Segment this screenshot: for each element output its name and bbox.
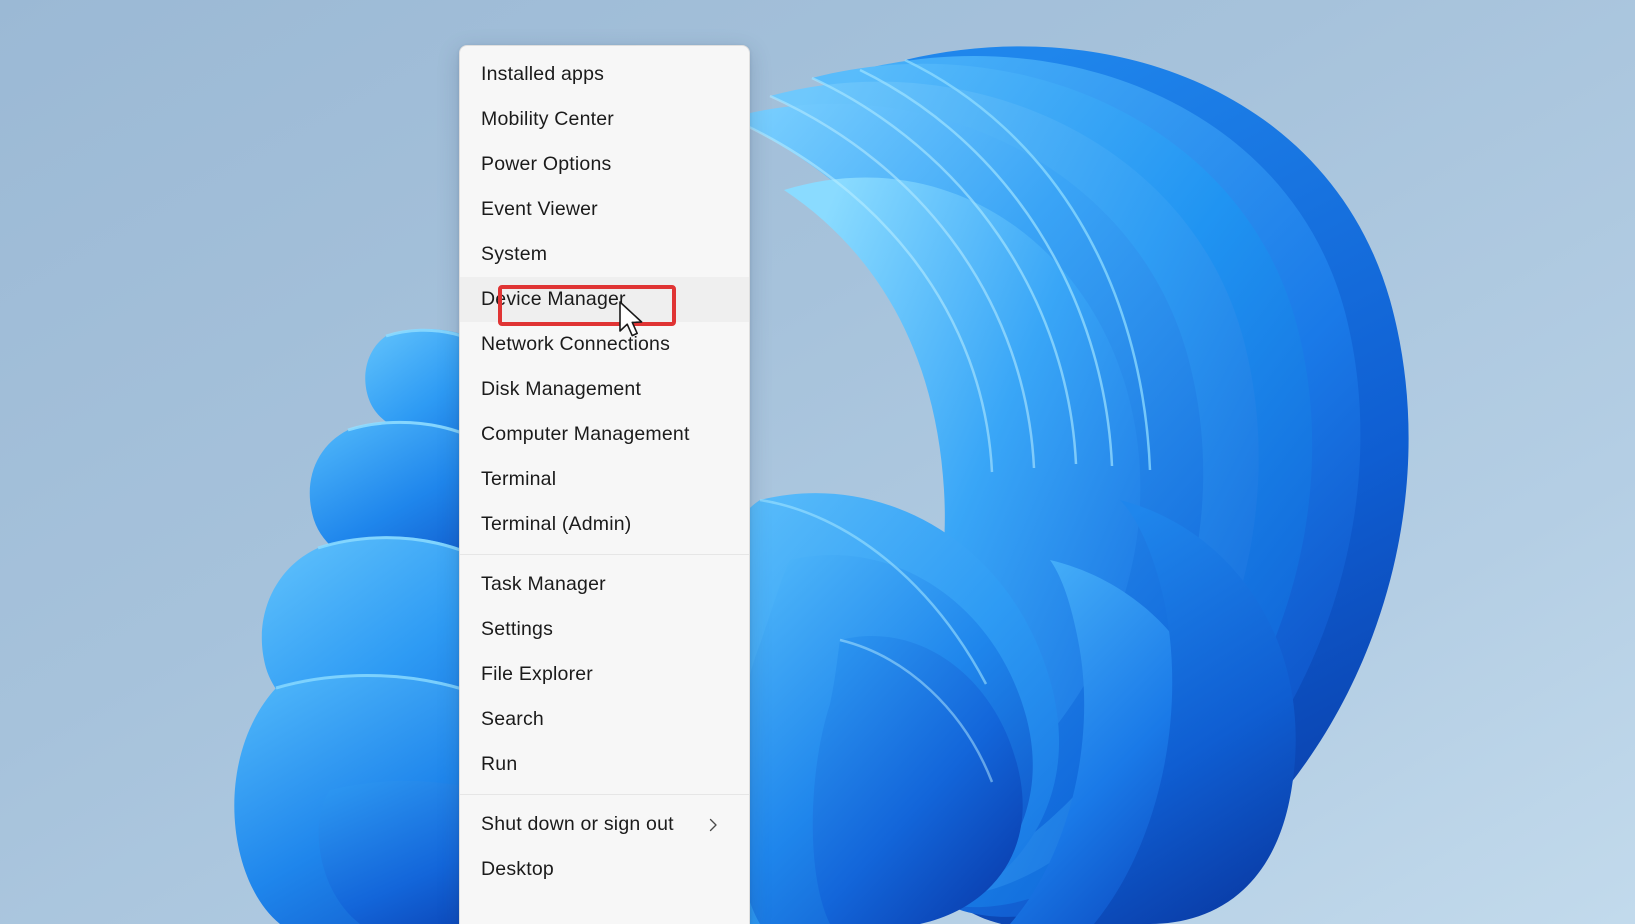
menu-item-computer-management[interactable]: Computer Management [460,412,749,457]
menu-item-label: Run [481,753,735,776]
menu-item-label: Task Manager [481,573,735,596]
menu-group-session: Shut down or sign out Desktop [460,802,749,892]
menu-item-label: Desktop [481,858,735,881]
menu-item-power-options[interactable]: Power Options [460,142,749,187]
menu-item-label: Network Connections [481,333,735,356]
menu-item-label: Settings [481,618,735,641]
menu-item-terminal-admin[interactable]: Terminal (Admin) [460,502,749,547]
menu-item-search[interactable]: Search [460,697,749,742]
menu-item-label: Shut down or sign out [481,813,705,836]
menu-item-label: Terminal (Admin) [481,513,735,536]
menu-item-run[interactable]: Run [460,742,749,787]
menu-item-device-manager[interactable]: Device Manager [460,277,749,322]
menu-item-network-connections[interactable]: Network Connections [460,322,749,367]
menu-item-installed-apps[interactable]: Installed apps [460,52,749,97]
desktop: Installed apps Mobility Center Power Opt… [0,0,1635,924]
menu-group-system: Installed apps Mobility Center Power Opt… [460,52,749,547]
menu-item-label: Device Manager [481,288,735,311]
menu-item-label: Installed apps [481,63,735,86]
menu-item-label: Terminal [481,468,735,491]
menu-item-desktop[interactable]: Desktop [460,847,749,892]
menu-item-label: Disk Management [481,378,735,401]
menu-item-label: System [481,243,735,266]
menu-item-task-manager[interactable]: Task Manager [460,562,749,607]
menu-item-label: File Explorer [481,663,735,686]
menu-item-shut-down-or-sign-out[interactable]: Shut down or sign out [460,802,749,847]
menu-item-disk-management[interactable]: Disk Management [460,367,749,412]
menu-item-system[interactable]: System [460,232,749,277]
menu-item-label: Search [481,708,735,731]
menu-group-tools: Task Manager Settings File Explorer Sear… [460,562,749,787]
menu-separator-2 [460,794,749,795]
menu-item-event-viewer[interactable]: Event Viewer [460,187,749,232]
menu-item-file-explorer[interactable]: File Explorer [460,652,749,697]
menu-item-label: Mobility Center [481,108,735,131]
wallpaper-bloom [0,0,1635,924]
menu-item-mobility-center[interactable]: Mobility Center [460,97,749,142]
winx-context-menu[interactable]: Installed apps Mobility Center Power Opt… [459,45,750,924]
menu-item-label: Computer Management [481,423,735,446]
menu-separator-1 [460,554,749,555]
menu-item-label: Event Viewer [481,198,735,221]
menu-item-settings[interactable]: Settings [460,607,749,652]
chevron-right-icon [705,817,721,833]
menu-item-terminal[interactable]: Terminal [460,457,749,502]
menu-item-label: Power Options [481,153,735,176]
